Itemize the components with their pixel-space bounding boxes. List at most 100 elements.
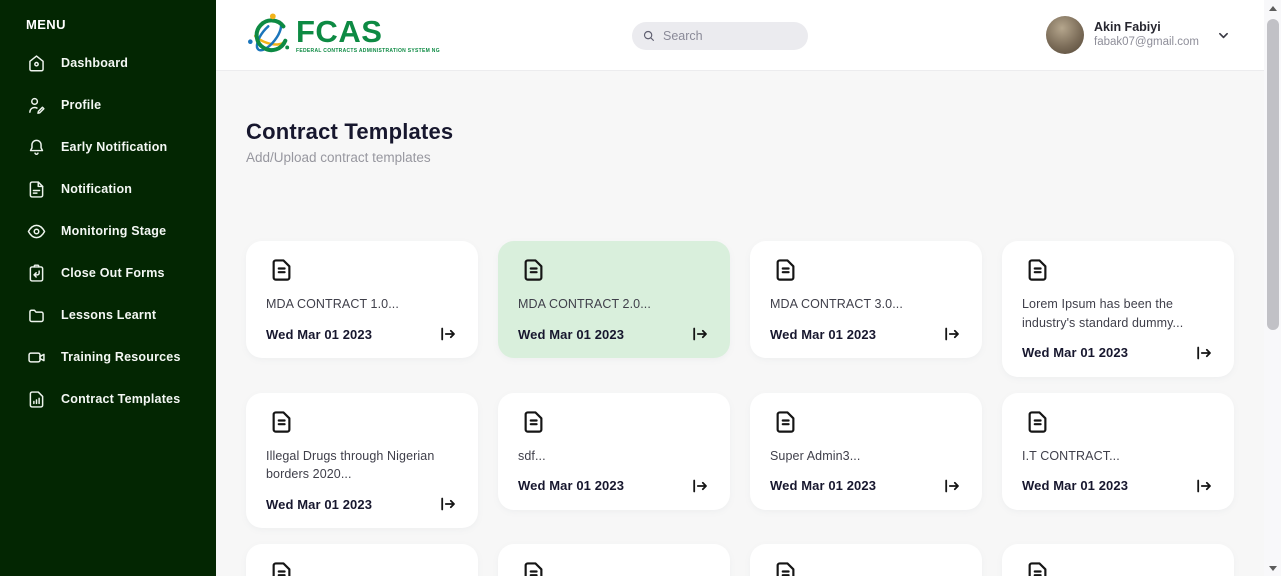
sidebar-item-contract-templates[interactable]: Contract Templates <box>26 388 206 410</box>
template-card[interactable] <box>1002 544 1234 576</box>
scroll-down-arrow-icon <box>1269 566 1277 571</box>
sidebar-item-label: Notification <box>61 182 132 196</box>
sidebar-item-early-notification[interactable]: Early Notification <box>26 136 206 158</box>
folder-icon <box>26 305 47 326</box>
bell-icon <box>26 137 47 158</box>
card-title: MDA CONTRACT 1.0... <box>266 295 458 314</box>
logo-tagline: FEDERAL CONTRACTS ADMINISTRATION SYSTEM … <box>296 48 440 54</box>
open-arrow-icon[interactable] <box>690 324 710 344</box>
template-card[interactable] <box>750 544 982 576</box>
template-card[interactable] <box>246 544 478 576</box>
sidebar-item-label: Monitoring Stage <box>61 224 166 238</box>
card-footer: Wed Mar 01 2023 <box>518 476 710 496</box>
user-name: Akin Fabiyi <box>1094 20 1199 36</box>
card-title: MDA CONTRACT 3.0... <box>770 295 962 314</box>
sidebar-item-notification[interactable]: Notification <box>26 178 206 200</box>
template-card[interactable]: sdf... Wed Mar 01 2023 <box>498 393 730 510</box>
template-card[interactable]: I.T CONTRACT... Wed Mar 01 2023 <box>1002 393 1234 510</box>
card-footer: Wed Mar 01 2023 <box>266 494 458 514</box>
open-arrow-icon[interactable] <box>690 476 710 496</box>
card-date: Wed Mar 01 2023 <box>518 327 624 342</box>
open-arrow-icon[interactable] <box>1194 343 1214 363</box>
sidebar-item-label: Early Notification <box>61 140 167 154</box>
card-title: MDA CONTRACT 2.0... <box>518 295 710 314</box>
template-card[interactable]: Lorem Ipsum has been the industry's stan… <box>1002 241 1234 377</box>
sidebar-item-label: Training Resources <box>61 350 181 364</box>
sidebar-item-label: Dashboard <box>61 56 128 70</box>
chevron-down-icon[interactable] <box>1217 29 1230 42</box>
scrollbar-thumb[interactable] <box>1267 19 1279 330</box>
open-arrow-icon[interactable] <box>438 494 458 514</box>
document-icon <box>269 257 295 283</box>
sidebar-item-lessons-learnt[interactable]: Lessons Learnt <box>26 304 206 326</box>
document-icon <box>1025 560 1051 576</box>
sidebar-item-close-out-forms[interactable]: Close Out Forms <box>26 262 206 284</box>
sidebar-menu: Dashboard Profile Early Notification Not… <box>26 52 206 410</box>
card-footer: Wed Mar 01 2023 <box>1022 343 1214 363</box>
user-edit-icon <box>26 95 47 116</box>
document-icon <box>773 257 799 283</box>
file-note-icon <box>26 179 47 200</box>
fcas-logo-icon <box>246 12 292 58</box>
app-root: MENU Dashboard Profile Early Notificatio… <box>0 0 1281 576</box>
card-date: Wed Mar 01 2023 <box>266 327 372 342</box>
template-card[interactable]: MDA CONTRACT 1.0... Wed Mar 01 2023 <box>246 241 478 358</box>
fcas-logo[interactable]: FCAS FEDERAL CONTRACTS ADMINISTRATION SY… <box>246 12 440 58</box>
user-email: fabak07@gmail.com <box>1094 35 1199 50</box>
document-icon <box>269 560 295 576</box>
card-date: Wed Mar 01 2023 <box>770 327 876 342</box>
document-icon <box>269 409 295 435</box>
sidebar-item-label: Close Out Forms <box>61 266 165 280</box>
sidebar-item-label: Contract Templates <box>61 392 180 406</box>
document-icon <box>773 409 799 435</box>
scroll-up-arrow-icon <box>1269 6 1277 11</box>
document-icon <box>521 257 547 283</box>
card-title: Lorem Ipsum has been the industry's stan… <box>1022 295 1214 333</box>
template-card[interactable]: Illegal Drugs through Nigerian borders 2… <box>246 393 478 529</box>
search-input[interactable] <box>663 29 793 43</box>
card-date: Wed Mar 01 2023 <box>770 478 876 493</box>
sidebar-item-monitoring-stage[interactable]: Monitoring Stage <box>26 220 206 242</box>
document-icon <box>521 560 547 576</box>
open-arrow-icon[interactable] <box>942 324 962 344</box>
user-menu[interactable]: Akin Fabiyi fabak07@gmail.com <box>1046 16 1230 54</box>
topbar: FCAS FEDERAL CONTRACTS ADMINISTRATION SY… <box>216 0 1264 71</box>
logo-text: FCAS <box>296 16 440 47</box>
template-card[interactable]: Super Admin3... Wed Mar 01 2023 <box>750 393 982 510</box>
file-chart-icon <box>26 389 47 410</box>
card-title: I.T CONTRACT... <box>1022 447 1214 466</box>
document-icon <box>773 560 799 576</box>
open-arrow-icon[interactable] <box>438 324 458 344</box>
main-column: FCAS FEDERAL CONTRACTS ADMINISTRATION SY… <box>216 0 1264 576</box>
page-subtitle: Add/Upload contract templates <box>246 150 1234 165</box>
content: Contract Templates Add/Upload contract t… <box>216 71 1264 576</box>
video-camera-icon <box>26 347 47 368</box>
search-box[interactable] <box>632 22 808 50</box>
open-arrow-icon[interactable] <box>942 476 962 496</box>
scrollbar-up-button[interactable] <box>1264 0 1281 16</box>
scrollbar-down-button[interactable] <box>1264 560 1281 576</box>
document-icon <box>1025 257 1051 283</box>
search-icon <box>642 29 656 43</box>
card-date: Wed Mar 01 2023 <box>518 478 624 493</box>
template-card[interactable]: MDA CONTRACT 3.0... Wed Mar 01 2023 <box>750 241 982 358</box>
card-footer: Wed Mar 01 2023 <box>770 324 962 344</box>
template-card[interactable] <box>498 544 730 576</box>
card-date: Wed Mar 01 2023 <box>1022 478 1128 493</box>
scrollbar[interactable] <box>1264 0 1281 576</box>
card-footer: Wed Mar 01 2023 <box>266 324 458 344</box>
sidebar-item-training-resources[interactable]: Training Resources <box>26 346 206 368</box>
sidebar-item-profile[interactable]: Profile <box>26 94 206 116</box>
open-arrow-icon[interactable] <box>1194 476 1214 496</box>
card-date: Wed Mar 01 2023 <box>1022 345 1128 360</box>
card-date: Wed Mar 01 2023 <box>266 497 372 512</box>
avatar <box>1046 16 1084 54</box>
eye-icon <box>26 221 47 242</box>
card-title: Illegal Drugs through Nigerian borders 2… <box>266 447 458 485</box>
template-card[interactable]: MDA CONTRACT 2.0... Wed Mar 01 2023 <box>498 241 730 358</box>
sidebar-item-label: Profile <box>61 98 101 112</box>
menu-label: MENU <box>26 17 206 32</box>
cards-grid: MDA CONTRACT 1.0... Wed Mar 01 2023 MDA … <box>246 241 1234 576</box>
sidebar-item-dashboard[interactable]: Dashboard <box>26 52 206 74</box>
document-icon <box>521 409 547 435</box>
